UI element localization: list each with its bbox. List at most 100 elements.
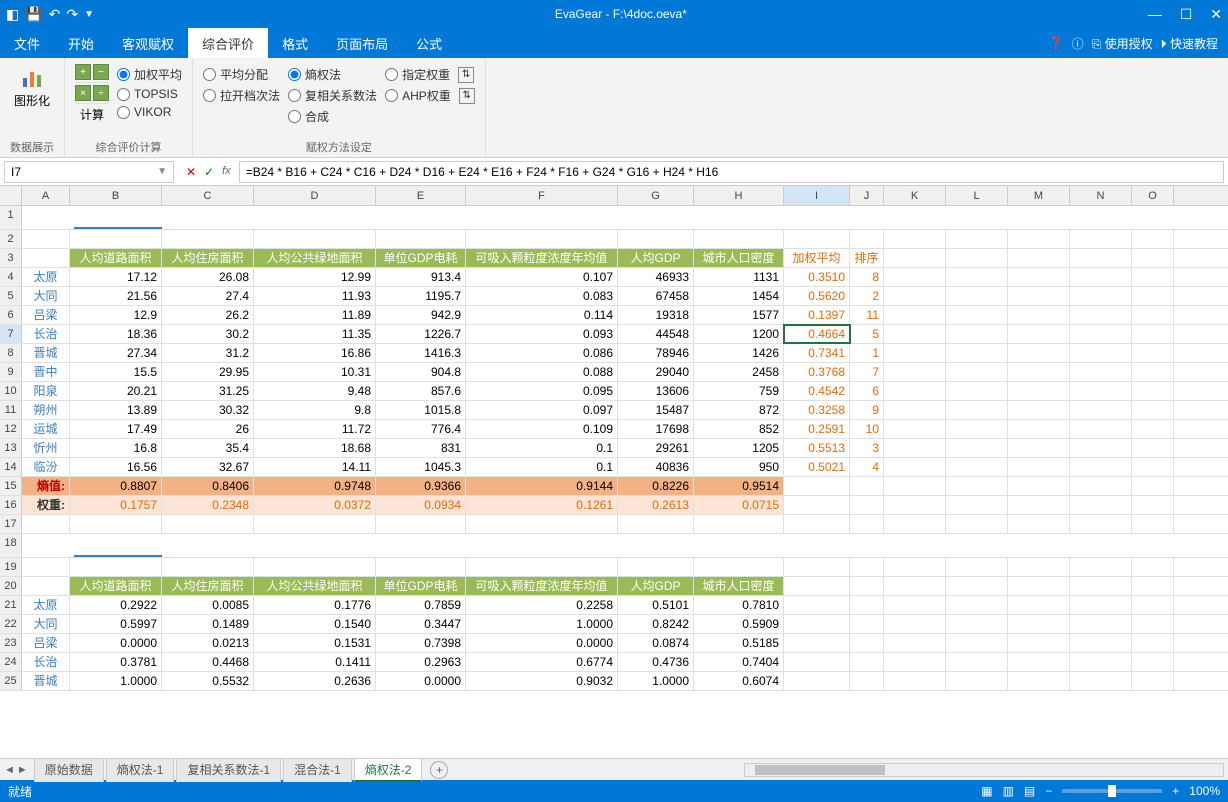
row-header[interactable]: 14 [0,458,22,476]
menu-objective[interactable]: 客观赋权 [108,28,188,58]
cell[interactable]: 人均道路面积 [70,577,162,595]
cell[interactable]: 大同 [22,615,70,633]
auth-link[interactable]: ⎘ 使用授权 [1092,35,1153,52]
cell[interactable] [1070,287,1132,305]
sheet-tab[interactable]: 复相关系数法-1 [176,758,281,782]
cell[interactable] [1070,249,1132,267]
cell[interactable]: 0.114 [466,306,618,324]
maximize-icon[interactable]: ☐ [1180,6,1193,23]
cell[interactable]: 0.4736 [618,653,694,671]
rank[interactable]: 7 [850,363,884,381]
row-header[interactable]: 2 [0,230,22,248]
col-header-L[interactable]: L [946,186,1008,205]
cell[interactable]: 31.25 [162,382,254,400]
cell[interactable]: 11.35 [254,325,376,343]
weighted-avg[interactable]: 0.1397 [784,306,850,324]
zoom-level[interactable]: 100% [1189,784,1220,798]
cell[interactable]: 26.2 [162,306,254,324]
cell[interactable] [884,249,946,267]
col-header-J[interactable]: J [850,186,884,205]
cell[interactable] [850,496,884,514]
cell[interactable]: 857.6 [376,382,466,400]
weighted-avg[interactable]: 0.5021 [784,458,850,476]
cell[interactable]: 831 [376,439,466,457]
weighted-avg[interactable]: 0.4664 [784,325,850,343]
cell[interactable] [254,534,376,557]
cell[interactable]: 0.8226 [618,477,694,495]
cell[interactable] [1008,268,1070,286]
col-header-K[interactable]: K [884,186,946,205]
cell[interactable]: 0.1531 [254,634,376,652]
cell[interactable] [162,558,254,576]
cell[interactable] [884,558,946,576]
cell[interactable]: 0.5185 [694,634,784,652]
rank[interactable]: 10 [850,420,884,438]
col-header-I[interactable]: I [784,186,850,205]
cell[interactable] [22,230,70,248]
cell[interactable] [618,534,694,557]
cell[interactable] [850,634,884,652]
cell[interactable] [618,206,694,229]
col-header-label[interactable]: 人均公共绿地面积 [254,249,376,267]
cell[interactable]: 0.0715 [694,496,784,514]
horizontal-scrollbar[interactable] [744,763,1224,777]
minimize-icon[interactable]: — [1148,6,1162,23]
col-header-N[interactable]: N [1070,186,1132,205]
cell[interactable]: 0.1 [466,439,618,457]
cell[interactable] [946,382,1008,400]
cell[interactable]: 776.4 [376,420,466,438]
cell[interactable] [1132,634,1174,652]
cell[interactable] [946,558,1008,576]
cell[interactable] [784,477,850,495]
cell[interactable] [946,344,1008,362]
section-title2[interactable]: 规范化数据 [70,534,162,557]
cell[interactable] [850,596,884,614]
col-header-F[interactable]: F [466,186,618,205]
col-header-label[interactable]: 人均住房面积 [162,249,254,267]
cell[interactable] [850,230,884,248]
cell[interactable]: 27.34 [70,344,162,362]
cell[interactable] [850,477,884,495]
row-header[interactable]: 20 [0,577,22,595]
cell[interactable] [1070,230,1132,248]
cell[interactable] [1132,230,1174,248]
add-sheet-icon[interactable]: + [430,761,448,779]
cell[interactable] [850,534,884,557]
menu-file[interactable]: 文件 [0,28,54,58]
cell[interactable]: 32.67 [162,458,254,476]
cell[interactable]: 1426 [694,344,784,362]
cell[interactable]: 0.095 [466,382,618,400]
cell[interactable] [1132,577,1174,595]
rank[interactable]: 11 [850,306,884,324]
cell[interactable]: 12.9 [70,306,162,324]
col-header-label[interactable]: 单位GDP电耗 [376,249,466,267]
cell[interactable]: 0.1757 [70,496,162,514]
cell[interactable] [1070,477,1132,495]
formula-input[interactable]: =B24 * B16 + C24 * C16 + D24 * D16 + E24… [239,161,1224,183]
cell[interactable] [850,206,884,229]
cell[interactable]: 0.107 [466,268,618,286]
col-header-label[interactable]: 人均GDP [618,249,694,267]
cell[interactable] [22,515,70,533]
col-header-G[interactable]: G [618,186,694,205]
cell[interactable]: 0.0213 [162,634,254,652]
cell[interactable]: 晋城 [22,672,70,690]
cell[interactable] [1008,325,1070,343]
row-header[interactable]: 10 [0,382,22,400]
cell[interactable] [850,558,884,576]
cell[interactable]: 16.86 [254,344,376,362]
cell[interactable]: 0.086 [466,344,618,362]
cell[interactable] [784,577,850,595]
cell[interactable]: 40836 [618,458,694,476]
cell[interactable]: 16.8 [70,439,162,457]
cell[interactable]: 0.1776 [254,596,376,614]
cell[interactable]: 27.4 [162,287,254,305]
cell[interactable]: 城市人口密度 [694,577,784,595]
cell[interactable] [22,206,70,229]
cell[interactable] [1132,363,1174,381]
cell[interactable] [946,363,1008,381]
col-header-label[interactable]: 人均道路面积 [70,249,162,267]
cell[interactable] [1008,439,1070,457]
redo-icon[interactable]: ↷ [66,6,78,23]
cell[interactable]: 长治 [22,653,70,671]
